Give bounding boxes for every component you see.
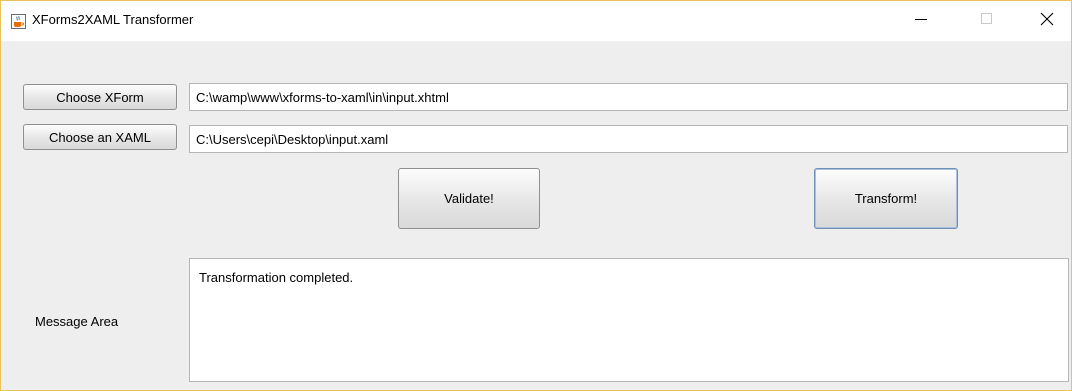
close-icon (1040, 12, 1054, 31)
minimize-button[interactable] (898, 1, 944, 41)
xform-path-field[interactable] (189, 83, 1068, 111)
choose-xaml-button[interactable]: Choose an XAML (23, 124, 177, 150)
xaml-path-field[interactable] (189, 125, 1068, 153)
maximize-button[interactable] (964, 1, 1010, 41)
close-button[interactable] (1024, 1, 1070, 41)
validate-button[interactable]: Validate! (398, 168, 540, 229)
transform-button[interactable]: Transform! (814, 168, 958, 229)
app-window: XForms2XAML Transformer Choose XForm Cho… (0, 0, 1072, 391)
java-cup-icon (11, 14, 26, 29)
window-title: XForms2XAML Transformer (32, 12, 194, 27)
minimize-icon (915, 12, 927, 30)
message-area-label: Message Area (35, 314, 119, 329)
title-bar[interactable]: XForms2XAML Transformer (1, 1, 1071, 41)
maximize-icon (981, 12, 993, 30)
content-panel: Choose XForm Choose an XAML Validate! Tr… (1, 41, 1071, 390)
message-area[interactable]: Transformation completed. (189, 258, 1069, 382)
choose-xform-button[interactable]: Choose XForm (23, 84, 177, 110)
